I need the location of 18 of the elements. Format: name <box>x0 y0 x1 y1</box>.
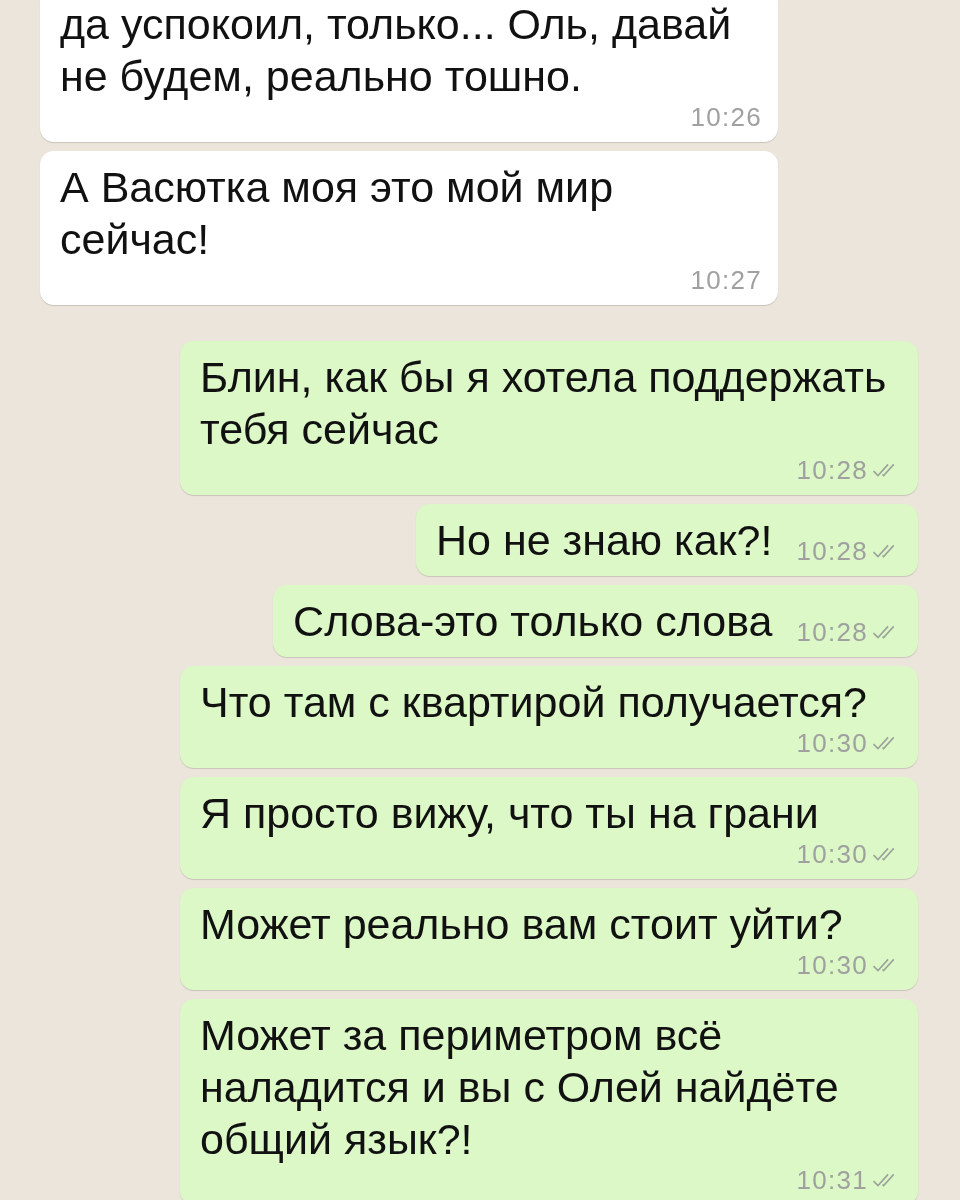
message-text: Может за периметром всё наладится и вы с Олей найдёте общий язык?! <box>200 1010 840 1165</box>
message-time: 10:30 <box>796 839 868 869</box>
message-time: 10:28 <box>796 536 868 566</box>
message-text: А Васютка моя это мой мир сейчас! <box>60 162 615 265</box>
message-text: Я просто вижу, что ты на грани <box>200 788 819 839</box>
message-time: 10:31 <box>796 1165 868 1195</box>
message-text: Может реально вам стоит уйти? <box>200 899 843 950</box>
message-text: Что там с квартирой получается? <box>200 677 867 728</box>
message-time: 10:28 <box>796 455 868 485</box>
message-time: 10:30 <box>796 950 868 980</box>
message-time: 10:26 <box>690 102 762 132</box>
message-time: 10:30 <box>796 728 868 758</box>
message-time: 10:27 <box>690 265 762 295</box>
message-text: Слова-это только слова <box>293 596 773 647</box>
message-time: 10:28 <box>796 617 868 647</box>
message-text: Блин, как бы я хотела поддержать тебя сейчас <box>200 352 888 455</box>
message-text: Но не знаю как?! <box>435 515 773 566</box>
message-text: да успокоил, только... Оль, давай не будем, реально тошно. <box>60 0 733 102</box>
